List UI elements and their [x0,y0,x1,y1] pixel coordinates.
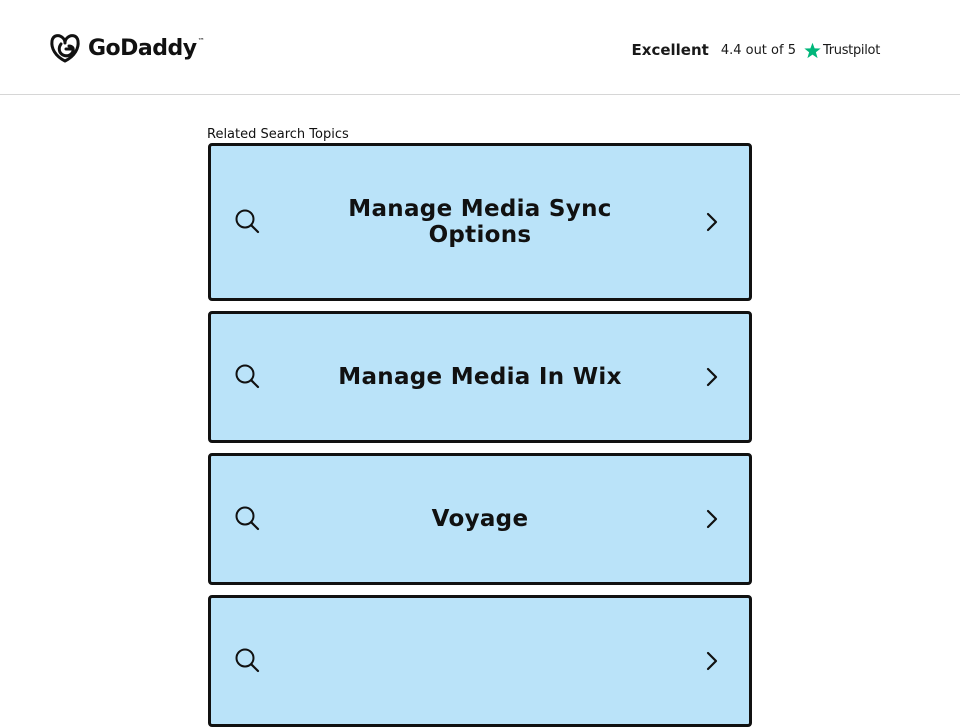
chevron-right-icon [706,651,718,671]
chevron-right-icon [706,212,718,232]
topic-card[interactable]: Manage Media Sync Options [208,143,752,301]
search-icon [235,209,260,234]
trustpilot-rating[interactable]: Excellent 4.4 out of 5 Trustpilot [631,38,881,62]
site-header: GoDaddy ™ Excellent 4.4 out of 5 Trustpi… [0,0,960,95]
chevron-right-icon [706,509,718,529]
trustpilot-wordmark: Trustpilot [822,42,880,58]
topic-title: Manage Media Sync Options [348,196,612,248]
chevron-right-icon [706,367,718,387]
topic-card[interactable]: Manage Media In Wix [208,311,752,443]
topic-title: Manage Media In Wix [338,364,622,390]
search-icon [235,648,260,673]
logo-trademark: ™ [197,37,205,45]
topic-title: Voyage [431,506,529,532]
logo-wordmark: GoDaddy [88,35,197,61]
topic-card[interactable] [208,595,752,727]
rating-score: 4.4 out of 5 [720,42,796,58]
godaddy-logo[interactable]: GoDaddy ™ [48,31,205,65]
godaddy-logo-icon [50,34,80,63]
related-topics-heading: Related Search Topics [207,127,349,142]
search-icon [235,506,260,531]
rating-word: Excellent [631,41,709,59]
trustpilot-star-icon [804,42,821,58]
search-icon [235,364,260,389]
topic-card[interactable]: Voyage [208,453,752,585]
